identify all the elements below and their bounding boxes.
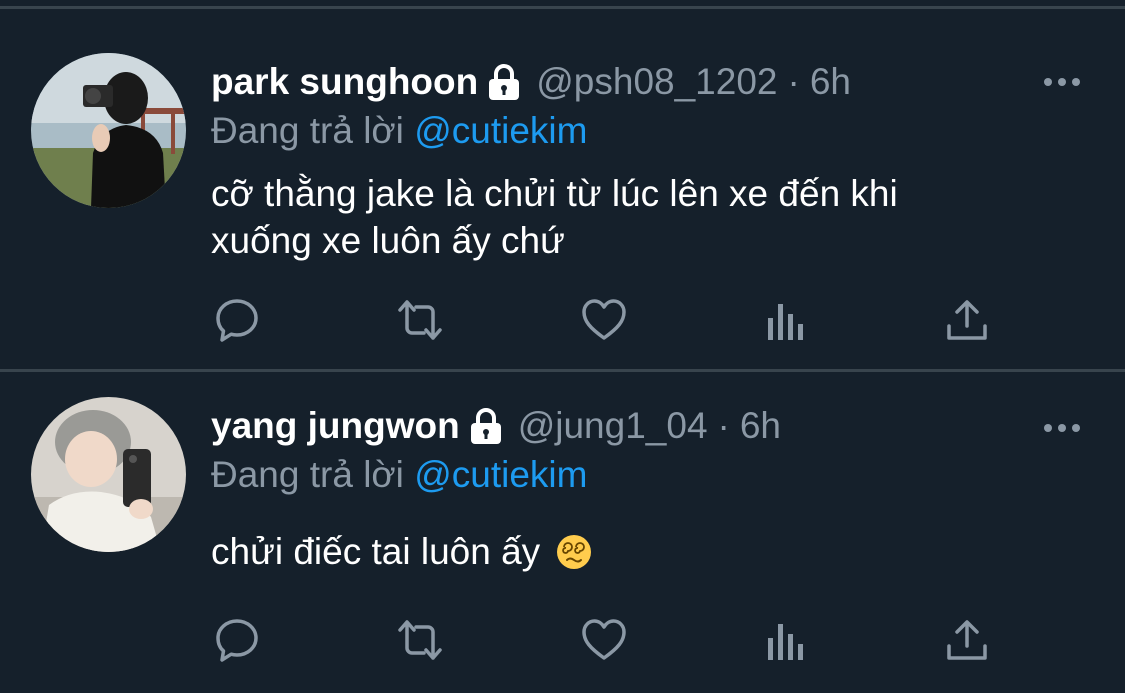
tweet-actions — [0, 616, 1125, 666]
timeline: park sunghoon @psh08_1202 · 6h Đang trả … — [0, 0, 1125, 693]
separator-dot: · — [717, 405, 730, 446]
replying-prefix: Đang trả lời — [211, 454, 404, 495]
timestamp[interactable]: 6h — [810, 61, 851, 103]
avatar-photo — [31, 397, 186, 552]
like-icon[interactable] — [580, 296, 628, 344]
share-icon[interactable] — [943, 616, 991, 664]
user-handle[interactable]: @jung1_04 — [518, 405, 708, 447]
avatar[interactable] — [31, 53, 186, 208]
share-icon[interactable] — [943, 296, 991, 344]
retweet-icon[interactable] — [396, 616, 444, 664]
avatar[interactable] — [31, 397, 186, 552]
replying-to-line: Đang trả lời @cutiekim — [211, 110, 587, 152]
retweet-icon[interactable] — [396, 296, 444, 344]
analytics-icon[interactable] — [763, 296, 811, 344]
like-icon[interactable] — [580, 616, 628, 664]
replying-prefix: Đang trả lời — [211, 110, 404, 151]
tweet-text-line: cỡ thằng jake là chửi từ lúc lên xe đến … — [211, 173, 898, 214]
tweet-header: yang jungwon @jung1_04 · 6h — [211, 400, 781, 452]
mention-link[interactable]: @cutiekim — [414, 454, 587, 495]
tweet-text-line: xuống xe luôn ấy chứ — [211, 220, 565, 261]
mention-link[interactable]: @cutiekim — [414, 110, 587, 151]
reply-icon[interactable] — [213, 296, 261, 344]
tweet-actions — [0, 296, 1125, 346]
lock-icon — [486, 62, 522, 102]
display-name[interactable]: park sunghoon — [211, 61, 478, 103]
analytics-icon[interactable] — [763, 616, 811, 664]
reply-icon[interactable] — [213, 616, 261, 664]
more-horizontal-icon[interactable] — [1043, 74, 1081, 86]
lock-icon — [468, 406, 504, 446]
tweet-1[interactable]: park sunghoon @psh08_1202 · 6h Đang trả … — [0, 0, 1125, 370]
tweet-text: chửi điếc tai luôn ấy — [211, 528, 1031, 575]
more-horizontal-icon[interactable] — [1043, 420, 1081, 432]
user-handle[interactable]: @psh08_1202 — [536, 61, 777, 103]
display-name[interactable]: yang jungwon — [211, 405, 460, 447]
avatar-photo — [31, 53, 186, 208]
dizzy-face-emoji — [556, 534, 592, 570]
timestamp[interactable]: 6h — [740, 405, 781, 447]
separator-dot: · — [787, 61, 800, 102]
replying-to-line: Đang trả lời @cutiekim — [211, 454, 587, 496]
tweet-2[interactable]: yang jungwon @jung1_04 · 6h Đang trả lời… — [0, 372, 1125, 693]
tweet-header: park sunghoon @psh08_1202 · 6h — [211, 56, 851, 108]
tweet-text-line: chửi điếc tai luôn ấy — [211, 531, 541, 572]
tweet-text: cỡ thằng jake là chửi từ lúc lên xe đến … — [211, 170, 1031, 264]
